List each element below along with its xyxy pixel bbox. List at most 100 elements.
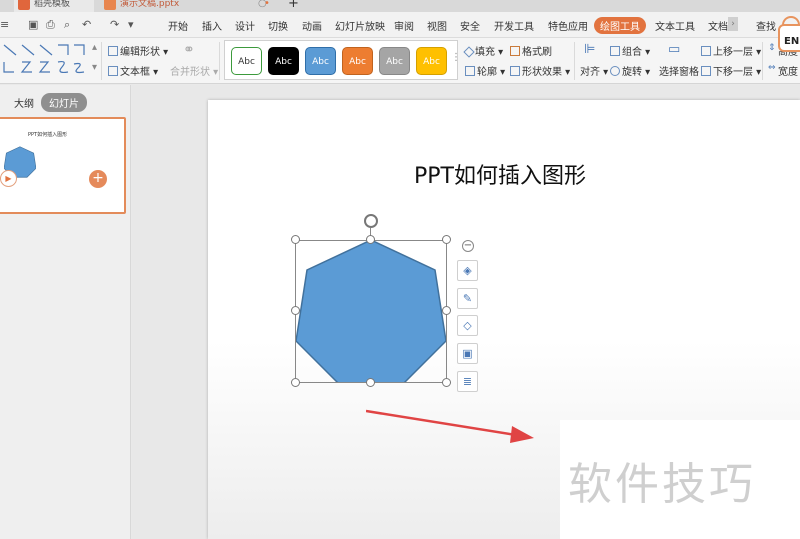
group-icon	[610, 46, 620, 56]
resize-handle-left[interactable]	[291, 306, 300, 315]
tab-slides[interactable]: 幻灯片	[41, 93, 87, 112]
style-swatch-black[interactable]: Abc	[268, 47, 299, 75]
rotate-icon	[610, 66, 620, 76]
merge-shapes-icon: ⚭	[183, 42, 195, 58]
customize-chevron-icon[interactable]: ▾	[128, 18, 134, 31]
group-button[interactable]: 组合 ▾	[610, 43, 650, 58]
menu-view[interactable]: 视图	[427, 18, 447, 33]
style-swatch-orange[interactable]: Abc	[342, 47, 373, 75]
ribbon-divider	[762, 42, 763, 80]
tab-docer-templates[interactable]: 稻壳模板	[14, 0, 94, 12]
resize-handle-top-left[interactable]	[291, 235, 300, 244]
search-button[interactable]: 查找	[756, 18, 776, 33]
resize-handle-top[interactable]	[366, 235, 375, 244]
collapse-toolbar-icon[interactable]: −	[462, 240, 474, 252]
menu-drawing-tools[interactable]: 绘图工具	[594, 17, 646, 34]
merge-shapes-label: 合并形状	[170, 67, 210, 78]
menu-special-apps[interactable]: 特色应用	[548, 18, 588, 33]
play-slide-icon[interactable]: ▶	[0, 170, 17, 187]
menu-home[interactable]: 开始	[168, 18, 188, 33]
tab-presentation-file[interactable]: 演示文稿.pptx	[100, 0, 250, 12]
group-label: 组合	[622, 47, 642, 58]
menu-bar: ≡ ▣ ⎙ ⌕ ↶ ↷ ▾ 开始 插入 设计 切换 动画 幻灯片放映 审阅 视图…	[0, 12, 800, 38]
add-slide-button[interactable]: +	[89, 170, 107, 188]
format-painter-icon	[510, 46, 520, 56]
rotate-label: 旋转	[622, 67, 642, 78]
edit-shape-button[interactable]: 编辑形状 ▾	[108, 43, 168, 58]
gallery-expand-icon[interactable]: ▾	[92, 62, 97, 73]
rotate-handle[interactable]	[364, 214, 378, 228]
ime-language-badge[interactable]: EN	[778, 24, 800, 52]
docer-icon	[18, 0, 30, 10]
menu-security[interactable]: 安全	[460, 18, 480, 33]
format-painter-button[interactable]: 格式刷	[510, 43, 552, 58]
menu-document[interactable]: 文档	[708, 18, 728, 33]
selection-pane-icon: ▭	[668, 42, 681, 57]
height-icon: ⇕	[768, 43, 776, 53]
ribbon-divider	[574, 42, 575, 80]
fill-button[interactable]: 填充 ▾	[463, 43, 503, 58]
menu-slideshow[interactable]: 幻灯片放映	[335, 18, 385, 33]
edit-shape-icon	[108, 46, 118, 56]
send-backward-button[interactable]: 下移一层 ▾	[701, 63, 761, 78]
shape-frame-icon[interactable]: ▣	[457, 343, 478, 364]
slides-pane: 大纲 幻灯片 PPT如何插入图形 ▶ +	[0, 85, 131, 539]
ribbon-divider	[219, 42, 220, 80]
menu-developer[interactable]: 开发工具	[494, 18, 534, 33]
rotate-button[interactable]: 旋转 ▾	[610, 63, 650, 78]
outline-button[interactable]: 轮廓 ▾	[465, 63, 505, 78]
menu-text-tools[interactable]: 文本工具	[655, 18, 695, 33]
format-painter-label: 格式刷	[522, 47, 552, 58]
styles-expand-icon[interactable]: ⋮	[451, 52, 461, 63]
slide-title[interactable]: PPT如何插入图形	[414, 158, 586, 190]
print-preview-icon[interactable]: ⌕	[64, 18, 70, 32]
fill-bucket-icon[interactable]: ◇	[457, 315, 478, 336]
edit-shape-label: 编辑形状	[120, 47, 160, 58]
layers-icon[interactable]: ◈	[457, 260, 478, 281]
menu-insert[interactable]: 插入	[202, 18, 222, 33]
file-menu-icon[interactable]: ≡	[0, 18, 9, 31]
shape-effects-icon	[510, 66, 520, 76]
save-icon[interactable]: ▣	[28, 18, 38, 31]
pen-outline-icon[interactable]: ✎	[457, 288, 478, 309]
style-swatch-white[interactable]: Abc	[231, 47, 262, 75]
send-backward-icon	[701, 66, 711, 76]
thumbnail-title: PPT如何插入图形	[28, 132, 68, 138]
style-swatch-gray[interactable]: Abc	[379, 47, 410, 75]
line-shapes-gallery[interactable]	[2, 42, 86, 76]
menu-review[interactable]: 审阅	[394, 18, 414, 33]
resize-handle-bottom-left[interactable]	[291, 378, 300, 387]
text-wrap-icon[interactable]: ≣	[457, 371, 478, 392]
align-label: 对齐	[580, 67, 600, 78]
undo-icon[interactable]: ↶	[82, 18, 91, 31]
menu-transitions[interactable]: 切换	[268, 18, 288, 33]
selection-pane-button[interactable]: 选择窗格	[659, 63, 699, 78]
print-icon[interactable]: ⎙	[46, 18, 55, 32]
resize-handle-bottom-right[interactable]	[442, 378, 451, 387]
slide-thumbnail-1[interactable]: PPT如何插入图形	[0, 117, 126, 214]
resize-handle-bottom[interactable]	[366, 378, 375, 387]
merge-shapes-button[interactable]: 合并形状 ▾	[170, 63, 218, 78]
tab-label: 稻壳模板	[34, 0, 71, 9]
red-arrow-annotation	[366, 409, 534, 443]
menu-animations[interactable]: 动画	[302, 18, 322, 33]
watermark: 软件技巧	[560, 420, 800, 539]
style-swatch-blue[interactable]: Abc	[305, 47, 336, 75]
bring-forward-button[interactable]: 上移一层 ▾	[701, 43, 761, 58]
outline-icon	[465, 66, 475, 76]
ppt-file-icon	[104, 0, 116, 10]
shape-effects-button[interactable]: 形状效果 ▾	[510, 63, 570, 78]
gallery-scroll-icon[interactable]: ▴	[92, 42, 97, 53]
text-box-button[interactable]: 文本框 ▾	[108, 63, 158, 78]
ribbon-toolbar: ▴ ▾ 编辑形状 ▾ 文本框 ▾ ⚭ 合并形状 ▾ Abc Abc Abc Ab…	[0, 38, 800, 84]
resize-handle-right[interactable]	[442, 306, 451, 315]
redo-icon[interactable]: ↷	[110, 18, 119, 31]
tab-outline[interactable]: 大纲	[14, 95, 34, 110]
style-swatch-gold[interactable]: Abc	[416, 47, 447, 75]
align-button[interactable]: 对齐 ▾	[580, 63, 608, 78]
new-tab-button[interactable]: +	[288, 0, 299, 11]
resize-handle-top-right[interactable]	[442, 235, 451, 244]
menu-design[interactable]: 设计	[235, 18, 255, 33]
menu-scroll-right-button[interactable]: ›	[728, 17, 738, 31]
shape-styles-gallery: Abc Abc Abc Abc Abc Abc	[224, 40, 458, 80]
